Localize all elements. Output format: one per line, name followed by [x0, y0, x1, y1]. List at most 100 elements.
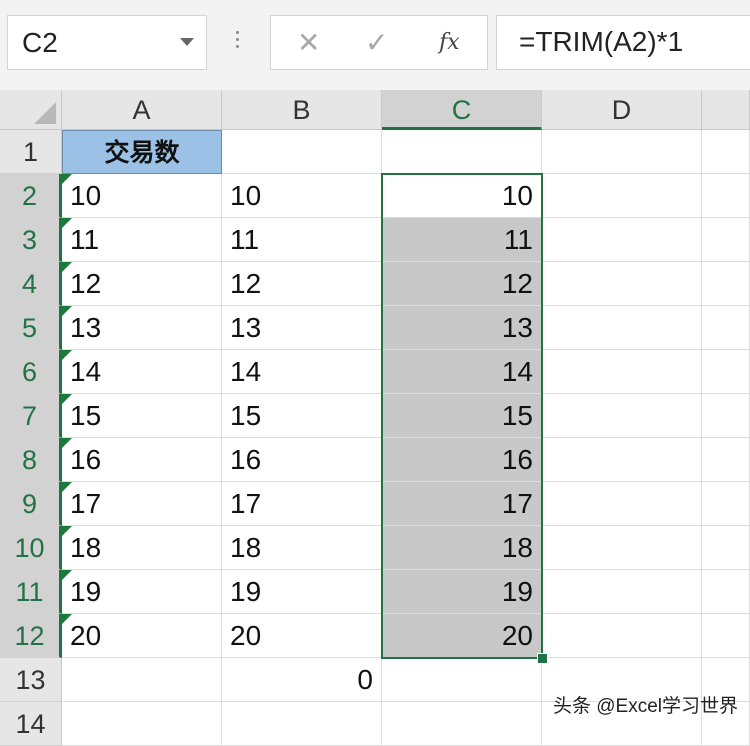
name-box[interactable]: C2	[7, 15, 207, 70]
enter-icon[interactable]: ✓	[365, 26, 388, 59]
cell-a-row[interactable]: 14	[62, 350, 222, 394]
cell-e-row[interactable]	[702, 394, 750, 438]
cell-b-row[interactable]	[222, 130, 382, 174]
cell-c-row[interactable]: 13	[382, 306, 542, 350]
cell-b-row[interactable]: 14	[222, 350, 382, 394]
cell-d-row[interactable]	[542, 218, 702, 262]
cell-b-row[interactable]: 17	[222, 482, 382, 526]
column-header-e[interactable]	[702, 90, 750, 130]
cell-c-row[interactable]: 15	[382, 394, 542, 438]
cell-c-row[interactable]: 17	[382, 482, 542, 526]
watermark: 头条 @Excel学习世界	[552, 696, 738, 717]
formula-input[interactable]: =TRIM(A2)*1	[496, 15, 750, 70]
cell-e-row[interactable]	[702, 570, 750, 614]
cell-b-row[interactable]: 10	[222, 174, 382, 218]
cell-a-row[interactable]: 12	[62, 262, 222, 306]
cancel-icon[interactable]: ✕	[297, 26, 320, 59]
cell-d-row[interactable]	[542, 350, 702, 394]
cell-d-row[interactable]	[542, 570, 702, 614]
cell-b-row[interactable]: 13	[222, 306, 382, 350]
cell-b-row[interactable]: 20	[222, 614, 382, 658]
cell-b-row[interactable]: 18	[222, 526, 382, 570]
cell-d-row[interactable]	[542, 438, 702, 482]
cell-b-row[interactable]: 16	[222, 438, 382, 482]
row-header[interactable]: 5	[0, 306, 62, 350]
cell-a-row[interactable]: 20	[62, 614, 222, 658]
cell-a-row[interactable]: 13	[62, 306, 222, 350]
cell-b-row[interactable]: 12	[222, 262, 382, 306]
cell-a-row[interactable]: 17	[62, 482, 222, 526]
column-header-c[interactable]: C	[382, 90, 542, 130]
cell-d-row[interactable]	[542, 394, 702, 438]
cell-b-row[interactable]: 15	[222, 394, 382, 438]
number-as-text-indicator-icon	[62, 482, 72, 492]
cell-b-row[interactable]: 11	[222, 218, 382, 262]
cell-c-row[interactable]	[382, 702, 542, 746]
row-header[interactable]: 12	[0, 614, 62, 658]
cell-c-row[interactable]: 18	[382, 526, 542, 570]
cell-c-row[interactable]: 10	[382, 174, 542, 218]
number-as-text-indicator-icon	[62, 350, 72, 360]
cell-a-row[interactable]: 15	[62, 394, 222, 438]
cell-a-row[interactable]: 10	[62, 174, 222, 218]
cell-e-row[interactable]	[702, 482, 750, 526]
column-header-a[interactable]: A	[62, 90, 222, 130]
cell-c-row[interactable]	[382, 130, 542, 174]
row-header[interactable]: 1	[0, 130, 62, 174]
cell-c-row[interactable]	[382, 658, 542, 702]
cell-a-row[interactable]: 交易数	[62, 130, 222, 174]
select-all-button[interactable]	[0, 90, 62, 130]
cell-a-row[interactable]: 16	[62, 438, 222, 482]
cell-e-row[interactable]	[702, 174, 750, 218]
cell-a-row[interactable]: 18	[62, 526, 222, 570]
cell-d-row[interactable]	[542, 526, 702, 570]
cell-b-row[interactable]: 19	[222, 570, 382, 614]
cell-a-row[interactable]: 19	[62, 570, 222, 614]
fill-handle[interactable]	[537, 653, 548, 664]
insert-function-icon[interactable]: fx	[439, 30, 460, 55]
row-header[interactable]: 3	[0, 218, 62, 262]
row-header[interactable]: 4	[0, 262, 62, 306]
column-header-b[interactable]: B	[222, 90, 382, 130]
row-header[interactable]: 2	[0, 174, 62, 218]
formula-text: =TRIM(A2)*1	[519, 26, 684, 57]
cell-c-row[interactable]: 12	[382, 262, 542, 306]
cell-b-row[interactable]	[222, 702, 382, 746]
name-box-value: C2	[22, 27, 58, 58]
cell-c-row[interactable]: 16	[382, 438, 542, 482]
number-as-text-indicator-icon	[62, 218, 72, 228]
row-header[interactable]: 14	[0, 702, 62, 746]
cell-c-row[interactable]: 14	[382, 350, 542, 394]
cell-a-row[interactable]: 11	[62, 218, 222, 262]
row-header[interactable]: 11	[0, 570, 62, 614]
cell-d-row[interactable]	[542, 614, 702, 658]
cell-d-row[interactable]	[542, 306, 702, 350]
row-header[interactable]: 6	[0, 350, 62, 394]
cell-d-row[interactable]	[542, 130, 702, 174]
cell-e-row[interactable]	[702, 438, 750, 482]
row-header[interactable]: 7	[0, 394, 62, 438]
column-header-d[interactable]: D	[542, 90, 702, 130]
row-header[interactable]: 10	[0, 526, 62, 570]
cell-c-row[interactable]: 11	[382, 218, 542, 262]
cell-a-row[interactable]	[62, 658, 222, 702]
cell-e-row[interactable]	[702, 350, 750, 394]
cell-d-row[interactable]	[542, 262, 702, 306]
cell-a-row[interactable]	[62, 702, 222, 746]
cell-c-row[interactable]: 20	[382, 614, 542, 658]
cell-d-row[interactable]	[542, 482, 702, 526]
chevron-down-icon[interactable]	[180, 38, 194, 46]
row-header[interactable]: 13	[0, 658, 62, 702]
cell-e-row[interactable]	[702, 526, 750, 570]
cell-e-row[interactable]	[702, 218, 750, 262]
cell-d-row[interactable]	[542, 174, 702, 218]
cell-c-row[interactable]: 19	[382, 570, 542, 614]
row-header[interactable]: 8	[0, 438, 62, 482]
cell-e-row[interactable]	[702, 614, 750, 658]
row-header[interactable]: 9	[0, 482, 62, 526]
drag-handle-icon[interactable]	[236, 31, 240, 52]
cell-b-row[interactable]: 0	[222, 658, 382, 702]
cell-e-row[interactable]	[702, 262, 750, 306]
cell-e-row[interactable]	[702, 130, 750, 174]
cell-e-row[interactable]	[702, 306, 750, 350]
